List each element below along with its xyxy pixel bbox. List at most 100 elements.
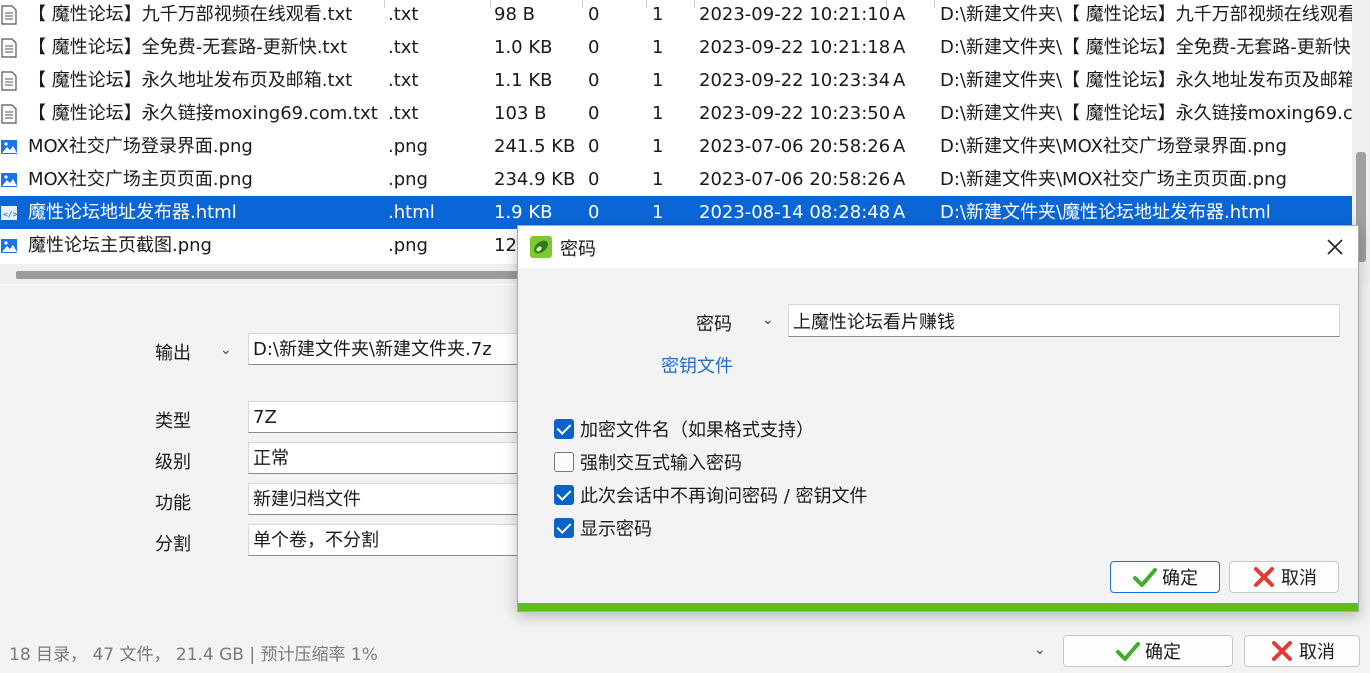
dialog-title-bar[interactable]: 密码 — [518, 226, 1358, 268]
cell-name: 魔性论坛主页截图.png — [28, 235, 212, 256]
cell-modified: 2023-07-06 20:58:26 — [699, 169, 889, 190]
dont-ask-again-checkbox[interactable]: 此次会话中不再询问密码 / 密钥文件 — [554, 483, 868, 507]
cell-name: 【 魔性论坛】九千万部视频在线观看.txt — [28, 4, 353, 25]
cancel-button[interactable]: 取消 — [1244, 635, 1360, 667]
checkbox-box[interactable] — [554, 485, 574, 505]
force-interactive-password-checkbox[interactable]: 强制交互式输入密码 — [554, 450, 742, 474]
checkbox-box[interactable] — [554, 518, 574, 538]
password-input[interactable] — [788, 304, 1340, 337]
cell-files: 1 — [652, 103, 664, 124]
cell-size: 103 B — [494, 103, 547, 124]
dialog-ok-button-label: 确定 — [1162, 568, 1198, 589]
split-label: 分割 — [155, 534, 191, 555]
function-label: 功能 — [155, 493, 191, 514]
password-dialog: 密码 密码 ⌄ 密钥文件 加密文件名（如果格式支持） 强制交互式输入密码 此次会… — [517, 225, 1359, 612]
text-file-icon — [0, 38, 18, 58]
cell-path: D:\新建文件夹\【 魔性论坛】永久链接moxing69.co — [940, 103, 1360, 124]
cell-ext: .png — [388, 136, 428, 157]
cell-name: 【 魔性论坛】永久地址发布页及邮箱.txt — [28, 70, 353, 91]
cell-path: D:\新建文件夹\MOX社交广场主页页面.png — [940, 169, 1287, 190]
cell-folders: 0 — [588, 37, 600, 58]
cancel-button-label: 取消 — [1299, 642, 1335, 663]
dialog-cancel-button-label: 取消 — [1281, 568, 1317, 589]
cell-size: 1.0 KB — [494, 37, 553, 58]
encrypt-filenames-checkbox[interactable]: 加密文件名（如果格式支持） — [554, 417, 814, 441]
close-icon[interactable] — [1322, 234, 1348, 260]
table-row[interactable]: 【 魔性论坛】永久链接moxing69.com.txt .txt 103 B 0 1 20… — [0, 97, 1360, 130]
cell-modified: 2023-09-22 10:21:10 — [699, 4, 889, 25]
checkbox-box[interactable] — [554, 452, 574, 472]
output-path-field[interactable]: D:\新建文件夹\新建文件夹.7z — [248, 333, 548, 365]
cell-path: D:\新建文件夹\【 魔性论坛】九千万部视频在线观看 — [940, 4, 1356, 25]
cell-name: MOX社交广场登录界面.png — [28, 136, 253, 157]
dialog-cancel-button[interactable]: 取消 — [1229, 561, 1339, 593]
type-select[interactable]: 7Z — [248, 401, 548, 433]
password-label: 密码 — [696, 314, 732, 335]
cell-folders: 0 — [588, 70, 600, 91]
cell-ext: .txt — [388, 70, 419, 91]
chevron-down-icon[interactable]: ⌄ — [1034, 642, 1046, 658]
cell-modified: 2023-07-06 20:58:26 — [699, 136, 889, 157]
cell-ext: .txt — [388, 37, 419, 58]
chevron-down-icon[interactable]: ⌄ — [762, 312, 774, 328]
level-select[interactable]: 正常 — [248, 442, 548, 474]
ok-button-label: 确定 — [1145, 642, 1181, 663]
cell-attr: A — [893, 4, 906, 25]
ok-button[interactable]: 确定 — [1063, 635, 1233, 667]
cell-folders: 0 — [588, 136, 600, 157]
cross-icon — [1254, 567, 1274, 587]
cell-size: 241.5 KB — [494, 136, 576, 157]
cell-attr: A — [893, 70, 906, 91]
checkbox-box[interactable] — [554, 419, 574, 439]
cell-folders: 0 — [588, 169, 600, 190]
app-logo-icon — [530, 236, 552, 258]
cell-ext: .png — [388, 169, 428, 190]
svg-text:</>: </> — [3, 210, 18, 219]
status-bar: 18 目录， 47 文件， 21.4 GB | 预计压缩率 1% — [9, 645, 378, 665]
keyfile-link[interactable]: 密钥文件 — [661, 352, 733, 378]
cell-name: 魔性论坛地址发布器.html — [28, 202, 237, 223]
chevron-down-icon[interactable]: ⌄ — [220, 342, 232, 358]
cell-files: 1 — [652, 169, 664, 190]
check-icon — [1133, 568, 1157, 587]
level-label: 级别 — [155, 452, 191, 473]
table-row[interactable]: 【 魔性论坛】永久地址发布页及邮箱.txt .txt 1.1 KB 0 1 2023-09… — [0, 64, 1356, 97]
cell-modified: 2023-09-22 10:23:50 — [699, 103, 889, 124]
checkbox-label: 加密文件名（如果格式支持） — [580, 420, 814, 441]
image-file-icon — [0, 170, 18, 190]
cell-attr: A — [893, 136, 906, 157]
cell-name: MOX社交广场主页页面.png — [28, 169, 253, 190]
cell-name: 【 魔性论坛】全免费-无套路-更新快.txt — [28, 37, 348, 58]
dialog-title: 密码 — [560, 239, 596, 260]
cell-ext: .txt — [388, 103, 419, 124]
text-file-icon — [0, 104, 18, 124]
table-row[interactable]: MOX社交广场登录界面.png .png 241.5 KB 0 1 2023-07-06 … — [0, 130, 1352, 163]
html-file-icon: </> — [0, 203, 18, 223]
cell-attr: A — [893, 103, 906, 124]
cell-files: 1 — [652, 37, 664, 58]
dialog-ok-button[interactable]: 确定 — [1110, 561, 1220, 593]
function-select[interactable]: 新建归档文件 — [248, 483, 548, 515]
cell-size: 1.1 KB — [494, 70, 553, 91]
dialog-body: 密码 ⌄ 密钥文件 加密文件名（如果格式支持） 强制交互式输入密码 此次会话中不… — [518, 268, 1358, 603]
show-password-checkbox[interactable]: 显示密码 — [554, 516, 652, 540]
cross-icon — [1272, 641, 1292, 661]
cell-ext: .html — [388, 202, 435, 223]
type-label: 类型 — [155, 411, 191, 432]
cell-modified: 2023-09-22 10:21:18 — [699, 37, 889, 58]
check-icon — [1116, 642, 1140, 661]
cell-path: D:\新建文件夹\【 魔性论坛】永久地址发布页及邮箱 — [940, 70, 1356, 91]
split-select[interactable]: 单个卷，不分割 — [248, 524, 548, 556]
image-file-icon — [0, 236, 18, 256]
table-row[interactable]: 【 魔性论坛】全免费-无套路-更新快.txt .txt 1.0 KB 0 1 2023-0… — [0, 31, 1352, 64]
cell-files: 1 — [652, 136, 664, 157]
cell-files: 1 — [652, 70, 664, 91]
table-row[interactable]: MOX社交广场主页页面.png .png 234.9 KB 0 1 2023-07-06 … — [0, 163, 1352, 196]
cell-folders: 0 — [588, 103, 600, 124]
cell-folders: 0 — [588, 4, 600, 25]
text-file-icon — [0, 71, 18, 91]
output-label: 输出 — [155, 343, 191, 364]
text-file-icon — [0, 5, 18, 25]
table-row[interactable]: 【 魔性论坛】九千万部视频在线观看.txt .txt 98 B 0 1 2023-09-2… — [0, 0, 1356, 31]
cell-path: D:\新建文件夹\【 魔性论坛】全免费-无套路-更新快 — [940, 37, 1351, 58]
